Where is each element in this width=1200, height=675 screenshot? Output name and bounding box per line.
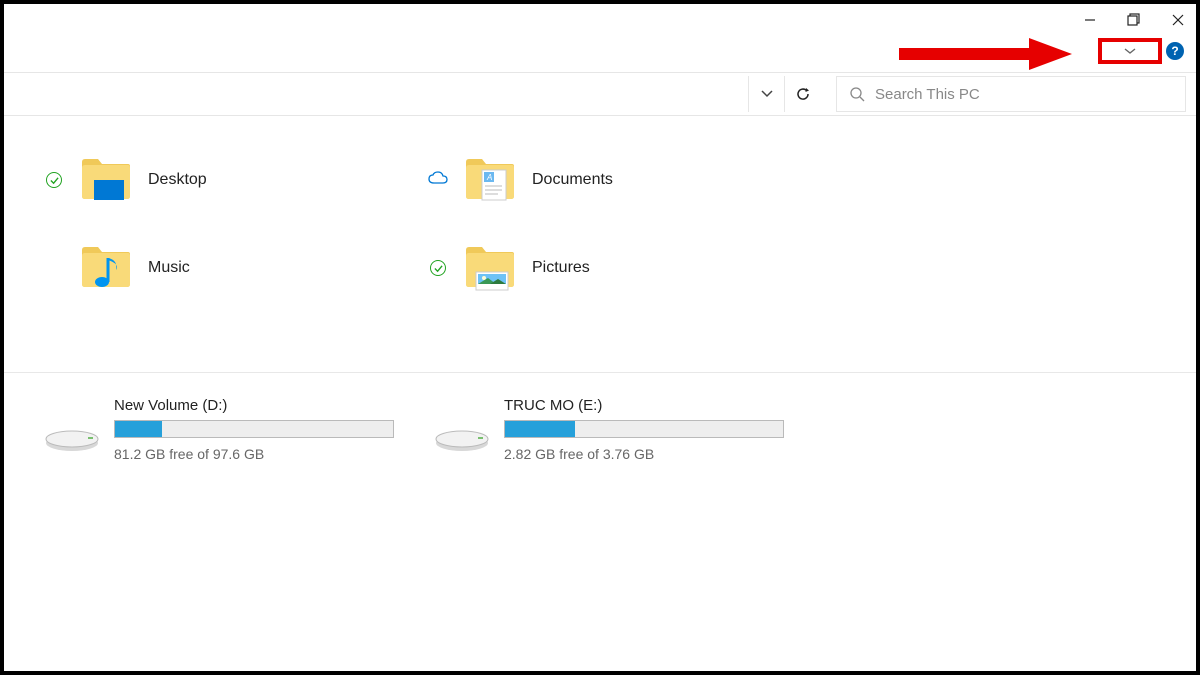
drive-label: TRUC MO (E:) <box>504 397 784 414</box>
drive-fill <box>115 421 162 437</box>
search-icon <box>849 86 865 102</box>
sync-cloud-icon <box>428 171 448 190</box>
address-history-dropdown[interactable] <box>748 76 784 112</box>
section-divider <box>4 372 1196 373</box>
chevron-down-icon <box>761 90 773 98</box>
drives-grid: New Volume (D:) 81.2 GB free of 97.6 GB <box>44 397 1156 462</box>
content-area: Desktop A <box>4 116 1196 482</box>
drive-label: New Volume (D:) <box>114 397 394 414</box>
folder-label: Documents <box>532 171 613 189</box>
help-button[interactable]: ? <box>1166 42 1184 60</box>
refresh-button[interactable] <box>784 76 820 112</box>
address-bar[interactable] <box>14 76 740 112</box>
drive-icon <box>434 415 490 455</box>
minimize-button[interactable] <box>1080 10 1100 30</box>
chevron-down-icon <box>1123 46 1137 56</box>
sync-check-icon <box>46 172 62 188</box>
refresh-icon <box>795 86 811 102</box>
ribbon-toggle-area: ? <box>1098 38 1184 64</box>
folder-icon: A <box>464 156 516 204</box>
folder-icon <box>80 156 132 204</box>
annotation-arrow <box>894 34 1074 79</box>
drive-capacity-bar <box>504 420 784 438</box>
explorer-window: ? Search This PC <box>0 0 1200 675</box>
maximize-button[interactable] <box>1124 10 1144 30</box>
search-box[interactable]: Search This PC <box>836 76 1186 112</box>
drive-icon <box>44 415 100 455</box>
window-titlebar <box>4 4 1196 36</box>
drive-status: 2.82 GB free of 3.76 GB <box>504 446 784 462</box>
folder-documents[interactable]: A Documents <box>428 156 772 204</box>
drive-capacity-bar <box>114 420 394 438</box>
drive-status: 81.2 GB free of 97.6 GB <box>114 446 394 462</box>
drive-e[interactable]: TRUC MO (E:) 2.82 GB free of 3.76 GB <box>434 397 784 462</box>
folder-icon <box>464 244 516 292</box>
folder-label: Desktop <box>148 171 207 189</box>
ribbon-collapse-button[interactable] <box>1098 38 1162 64</box>
sync-check-icon <box>430 260 446 276</box>
drive-fill <box>505 421 575 437</box>
folder-label: Pictures <box>532 259 590 277</box>
close-button[interactable] <box>1168 10 1188 30</box>
folder-icon <box>80 244 132 292</box>
svg-text:A: A <box>486 173 492 182</box>
search-placeholder: Search This PC <box>875 86 980 103</box>
folder-desktop[interactable]: Desktop <box>44 156 388 204</box>
folder-music[interactable]: Music <box>44 244 388 292</box>
folders-grid: Desktop A <box>44 156 1156 292</box>
folder-label: Music <box>148 259 190 277</box>
drive-d[interactable]: New Volume (D:) 81.2 GB free of 97.6 GB <box>44 397 394 462</box>
folder-pictures[interactable]: Pictures <box>428 244 772 292</box>
